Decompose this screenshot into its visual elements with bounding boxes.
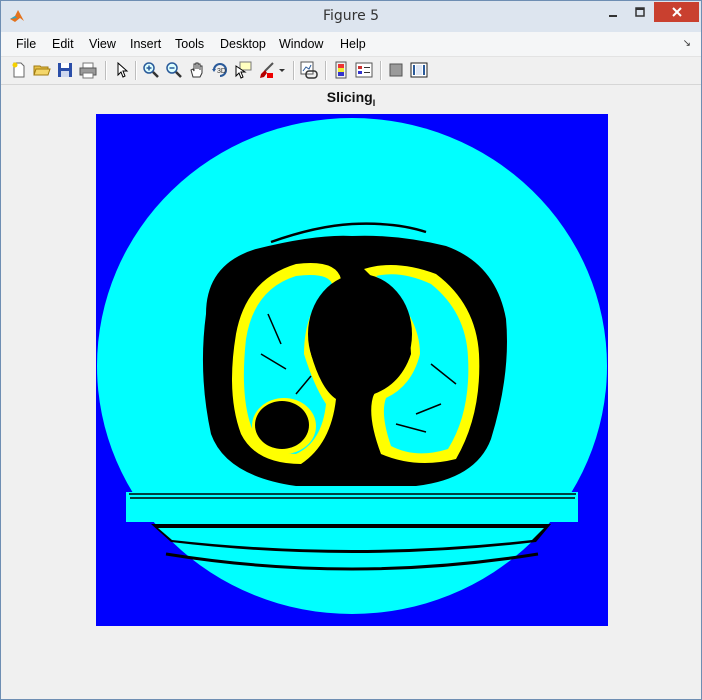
brush-dropdown-icon[interactable] — [277, 61, 287, 79]
plot-title-main: Slicing — [326, 89, 373, 105]
menu-file[interactable]: File — [16, 37, 36, 51]
menu-window[interactable]: Window — [279, 37, 323, 51]
print-icon[interactable] — [79, 61, 97, 79]
select-arrow-icon[interactable] — [112, 61, 130, 79]
zoom-in-icon[interactable] — [142, 61, 160, 79]
segmented-ct-image — [96, 114, 608, 626]
insert-legend-icon[interactable] — [355, 61, 373, 79]
menu-desktop[interactable]: Desktop — [220, 37, 266, 51]
menu-bar: File Edit View Insert Tools Desktop Wind… — [1, 32, 701, 57]
heart-mediastinum — [308, 274, 412, 394]
data-cursor-icon[interactable] — [234, 61, 252, 79]
dock-arrow-icon[interactable]: ↘ — [683, 38, 691, 49]
minimize-button[interactable] — [599, 2, 626, 22]
window-title: Figure 5 — [322, 8, 380, 24]
menu-edit[interactable]: Edit — [52, 37, 74, 51]
hide-plot-tools-icon[interactable] — [387, 61, 405, 79]
figure-window: Figure 5 File Edit View Insert Tools Des… — [0, 0, 702, 700]
insert-colorbar-icon[interactable] — [332, 61, 350, 79]
plot-title-subscript: I — [372, 97, 376, 108]
show-plot-tools-icon[interactable] — [410, 61, 428, 79]
image-axes[interactable] — [96, 114, 608, 626]
menu-help[interactable]: Help — [340, 37, 366, 51]
link-plot-icon[interactable] — [300, 61, 318, 79]
right-lung-cavity — [255, 401, 309, 449]
rotate-3d-icon[interactable]: 3D — [211, 61, 229, 79]
new-figure-icon[interactable] — [10, 61, 28, 79]
save-icon[interactable] — [56, 61, 74, 79]
plot-title: SlicingI — [1, 89, 701, 108]
figure-toolbar: 3D — [1, 57, 701, 85]
zoom-out-icon[interactable] — [165, 61, 183, 79]
pan-hand-icon[interactable] — [188, 61, 206, 79]
open-file-icon[interactable] — [33, 61, 51, 79]
close-button[interactable] — [654, 2, 699, 22]
svg-text:3D: 3D — [217, 68, 226, 75]
maximize-button[interactable] — [626, 2, 653, 22]
menu-insert[interactable]: Insert — [130, 37, 161, 51]
brush-icon[interactable] — [257, 61, 275, 79]
menu-tools[interactable]: Tools — [175, 37, 204, 51]
menu-view[interactable]: View — [89, 37, 116, 51]
title-bar: Figure 5 — [1, 1, 701, 32]
